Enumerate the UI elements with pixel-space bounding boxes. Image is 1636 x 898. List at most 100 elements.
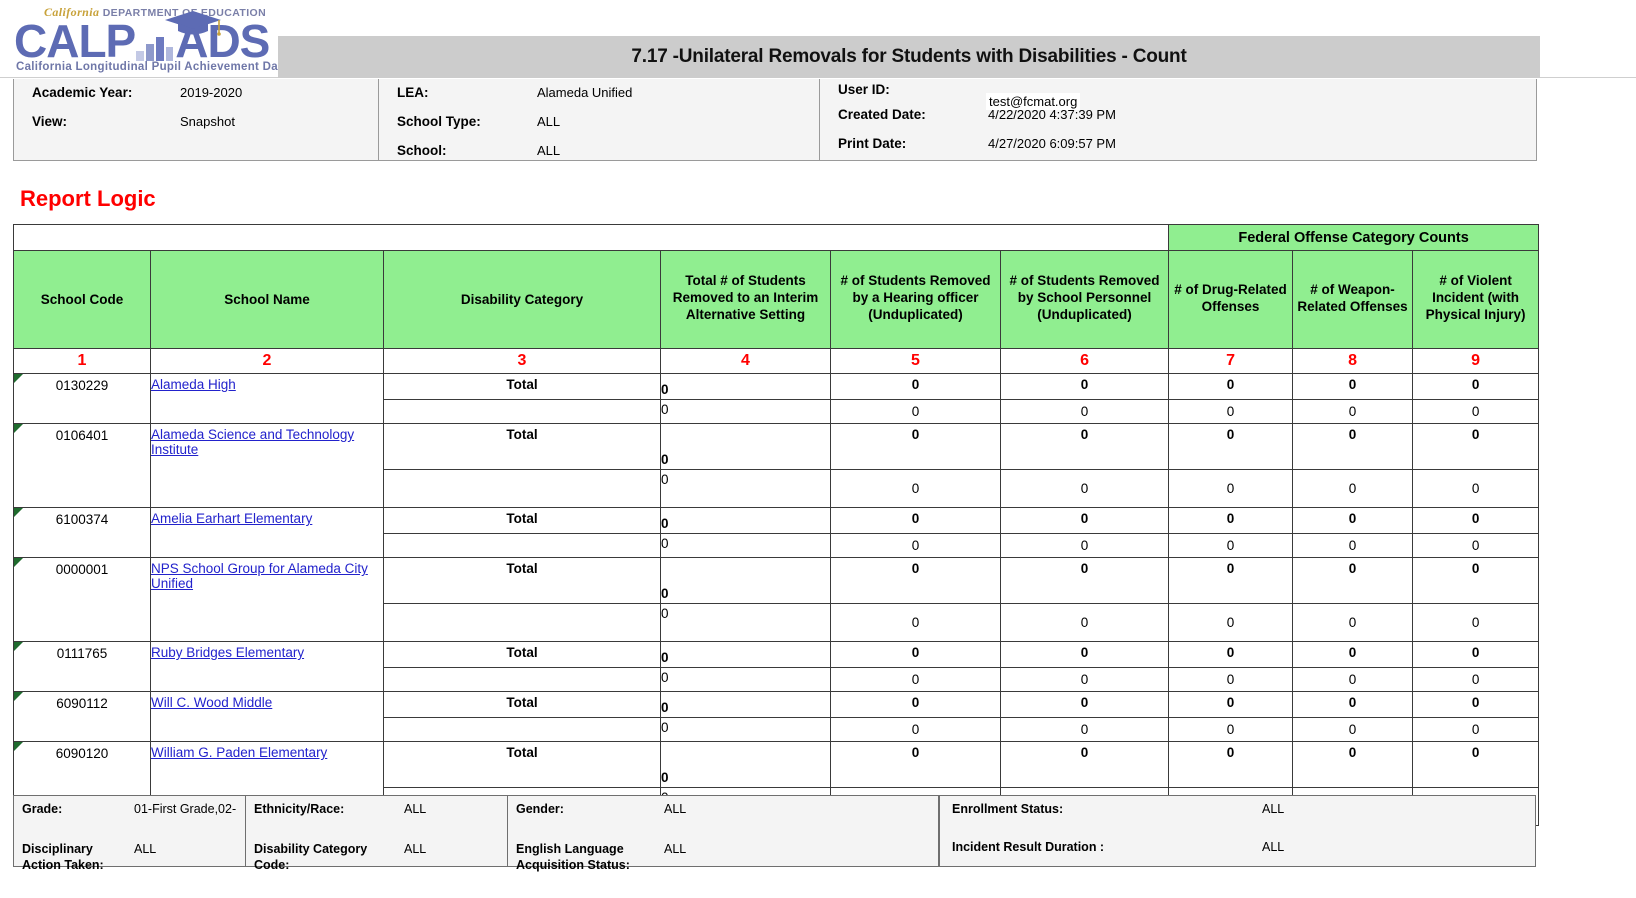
filter-summary-bar: Grade: 01-First Grade,02- Disciplinary A…	[13, 795, 1536, 867]
param-user-id: User ID: test@fcmat.org	[838, 85, 1536, 107]
cell-value: 0	[661, 604, 831, 642]
param-label: View:	[32, 114, 180, 129]
app-banner: California DEPARTMENT OF EDUCATION CALPA…	[0, 0, 1636, 78]
school-name-link[interactable]: Will C. Wood Middle	[151, 695, 272, 710]
param-value: ALL	[537, 114, 560, 129]
filter-label: Ethnicity/Race:	[254, 801, 404, 817]
param-academic-year: Academic Year: 2019-2020	[32, 85, 378, 114]
cell-value: 0	[1293, 642, 1413, 668]
table-body: 0130229Alameda HighTotal0000000000000106…	[14, 374, 1539, 826]
cell-value: 0	[1001, 374, 1169, 400]
param-school: School: ALL	[397, 143, 819, 172]
cell-value: 0	[1293, 470, 1413, 508]
col-number-5: 5	[831, 349, 1001, 374]
cell-value: 0	[1413, 400, 1539, 424]
table-group-header-row: Federal Offense Category Counts	[14, 225, 1539, 251]
cell-value: 0	[661, 470, 831, 508]
filter-gender: Gender: ALL	[516, 801, 938, 839]
cell-value: 0	[1413, 508, 1539, 534]
col-number-9: 9	[1413, 349, 1539, 374]
cell-disability-category: Total	[384, 742, 661, 788]
cell-value: 0	[1293, 742, 1413, 788]
col-header-total-removed-ias: Total # of Students Removed to an Interi…	[661, 251, 831, 349]
cell-value: 0	[661, 534, 831, 558]
cell-value: 0	[661, 424, 831, 470]
filter-column-3: Gender: ALL English Language Acquisition…	[508, 796, 940, 866]
cell-disability-category	[384, 400, 661, 424]
cell-value: 0	[661, 558, 831, 604]
school-name-link[interactable]: William G. Paden Elementary	[151, 745, 327, 760]
col-header-removed-school-personnel: # of Students Removed by School Personne…	[1001, 251, 1169, 349]
cell-value: 0	[1001, 742, 1169, 788]
cell-value: 0	[1413, 604, 1539, 642]
cell-school-code: 0111765	[14, 642, 151, 692]
cell-value: 0	[1293, 558, 1413, 604]
cell-value: 0	[1413, 692, 1539, 718]
cell-value: 0	[1001, 604, 1169, 642]
cell-value: 0	[661, 742, 831, 788]
cell-value: 0	[1413, 558, 1539, 604]
table-row: 0000001NPS School Group for Alameda City…	[14, 558, 1539, 604]
cell-value: 0	[661, 692, 831, 718]
cell-value: 0	[661, 642, 831, 668]
school-name-link[interactable]: NPS School Group for Alameda City Unifie…	[151, 561, 368, 591]
cell-disability-category	[384, 604, 661, 642]
cell-disability-category: Total	[384, 642, 661, 668]
cell-school-code: 0106401	[14, 424, 151, 508]
cell-value: 0	[1413, 742, 1539, 788]
logo-wordmark: CALPADS	[14, 19, 292, 63]
cell-value: 0	[1169, 718, 1293, 742]
params-column-3: User ID: test@fcmat.org Created Date: 4/…	[820, 79, 1536, 160]
col-header-school-name: School Name	[151, 251, 384, 349]
cell-disability-category: Total	[384, 692, 661, 718]
cell-value: 0	[1169, 558, 1293, 604]
school-name-link[interactable]: Ruby Bridges Elementary	[151, 645, 304, 660]
report-parameters-bar: Academic Year: 2019-2020 View: Snapshot …	[13, 79, 1537, 161]
param-created-date: Created Date: 4/22/2020 4:37:39 PM	[838, 107, 1536, 136]
col-header-drug-related: # of Drug-Related Offenses	[1169, 251, 1293, 349]
cell-value: 0	[1169, 424, 1293, 470]
cell-value: 0	[1413, 374, 1539, 400]
page-title: 7.17 -Unilateral Removals for Students w…	[631, 46, 1186, 68]
bar-chart-icon	[135, 31, 175, 61]
school-name-link[interactable]: Amelia Earhart Elementary	[151, 511, 312, 526]
cell-value: 0	[1169, 470, 1293, 508]
school-name-link[interactable]: Alameda High	[151, 377, 236, 392]
param-value: ALL	[537, 143, 560, 158]
cell-value: 0	[661, 400, 831, 424]
filter-disability-category-code: Disability Category Code: ALL	[254, 841, 507, 873]
param-label: Created Date:	[838, 107, 988, 122]
filter-value: ALL	[1262, 839, 1284, 855]
cell-value: 0	[831, 424, 1001, 470]
param-school-type: School Type: ALL	[397, 114, 819, 143]
params-column-1: Academic Year: 2019-2020 View: Snapshot	[14, 79, 379, 160]
param-view: View: Snapshot	[32, 114, 378, 143]
cell-value: 0	[831, 642, 1001, 668]
cell-value: 0	[1413, 534, 1539, 558]
filter-value: 01-First Grade,02-	[134, 801, 236, 817]
cell-value: 0	[831, 470, 1001, 508]
table-head: Federal Offense Category Counts School C…	[14, 225, 1539, 374]
school-name-link[interactable]: Alameda Science and Technology Institute	[151, 427, 354, 457]
param-label: Print Date:	[838, 136, 988, 151]
report-title-bar: 7.17 -Unilateral Removals for Students w…	[278, 36, 1540, 78]
filter-column-1: Grade: 01-First Grade,02- Disciplinary A…	[14, 796, 246, 866]
cell-value: 0	[1293, 668, 1413, 692]
cell-disability-category	[384, 470, 661, 508]
cell-value: 0	[1413, 718, 1539, 742]
filter-enrollment-status: Enrollment Status: ALL	[952, 801, 1535, 837]
filter-column-2: Ethnicity/Race: ALL Disability Category …	[246, 796, 508, 866]
cell-school-code: 6090112	[14, 692, 151, 742]
param-value: Snapshot	[180, 114, 235, 129]
filter-label: Grade:	[22, 801, 134, 817]
table-row: 0106401Alameda Science and Technology In…	[14, 424, 1539, 470]
cell-value: 0	[1169, 374, 1293, 400]
cell-disability-category: Total	[384, 424, 661, 470]
cell-value: 0	[1001, 424, 1169, 470]
cell-value: 0	[831, 400, 1001, 424]
cell-value: 0	[1001, 692, 1169, 718]
cell-value: 0	[1293, 718, 1413, 742]
cell-value: 0	[1293, 400, 1413, 424]
filter-label: Incident Result Duration :	[952, 839, 1262, 855]
filter-disciplinary-action-taken: Disciplinary Action Taken: ALL	[22, 841, 245, 873]
